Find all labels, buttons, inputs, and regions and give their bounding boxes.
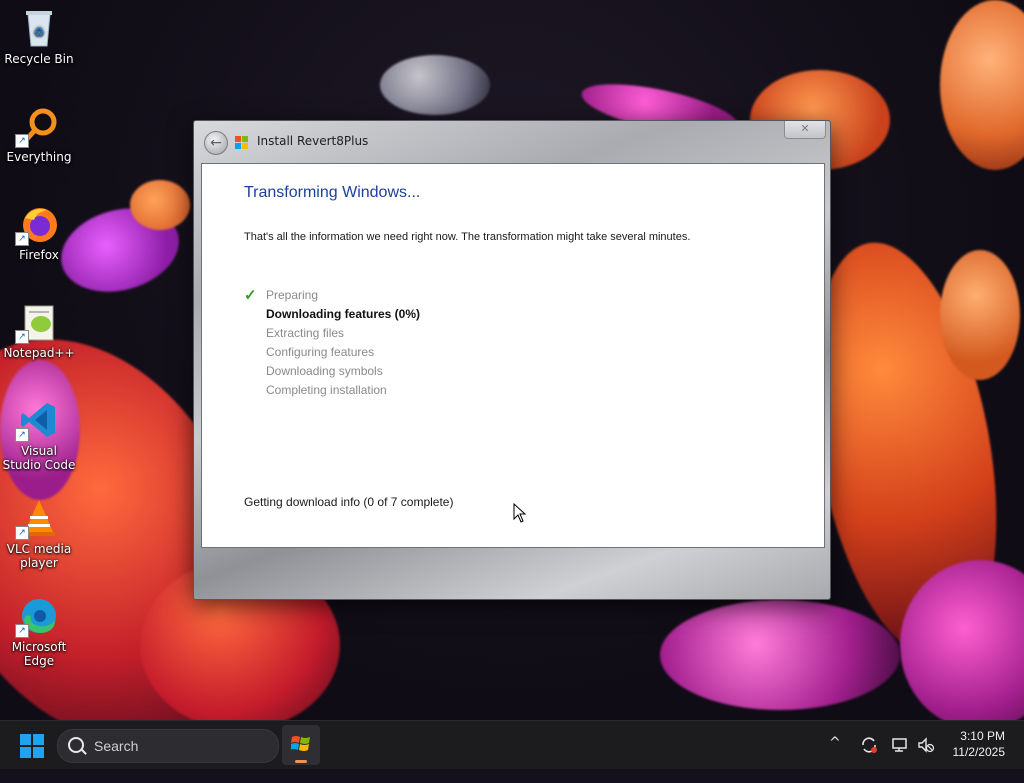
vscode-icon: ↗	[15, 400, 59, 442]
window-titlebar[interactable]: ← Install Revert8Plus ✕	[194, 121, 830, 161]
desktop-icon-label: VLC media player	[6, 542, 72, 570]
clock-date: 11/2/2025	[952, 745, 1006, 759]
shortcut-arrow-icon: ↗	[15, 330, 29, 344]
checkmark-icon: ✓	[244, 287, 257, 304]
taskbar: Search ^ 3:10 PM 11/2/2025	[0, 720, 1024, 769]
edge-icon: ↗	[15, 596, 59, 638]
installer-window: ← Install Revert8Plus ✕ Transforming Win…	[193, 120, 831, 600]
shortcut-arrow-icon: ↗	[15, 526, 29, 540]
windows-flag-icon	[235, 135, 249, 149]
everything-search-icon: ↗	[15, 106, 59, 148]
desktop-icon-label: Microsoft Edge	[11, 640, 67, 668]
back-button[interactable]: ←	[204, 131, 228, 155]
desktop-icon-everything[interactable]: ↗ Everything	[2, 106, 76, 164]
shortcut-arrow-icon: ↗	[15, 428, 29, 442]
shortcut-arrow-icon: ↗	[15, 134, 29, 148]
notepad-plus-plus-icon: ↗	[15, 302, 59, 344]
back-arrow-icon: ←	[210, 135, 222, 151]
step-label: Configuring features	[266, 345, 375, 359]
desktop-icon-firefox[interactable]: ↗ Firefox	[2, 204, 76, 262]
desktop-icon-notepad-plus-plus[interactable]: ↗ Notepad++	[2, 302, 76, 360]
page-title: Transforming Windows...	[244, 184, 421, 201]
step-label: Completing installation	[266, 383, 387, 397]
shortcut-arrow-icon: ↗	[15, 232, 29, 246]
search-icon	[68, 737, 84, 753]
search-placeholder: Search	[94, 738, 139, 754]
windows-logo-icon	[20, 734, 31, 745]
desktop-icon-vlc[interactable]: ↗ VLC media player	[2, 498, 76, 570]
desktop-icon-label: Visual Studio Code	[2, 444, 76, 472]
taskbar-clock[interactable]: 3:10 PM 11/2/2025	[953, 728, 1006, 760]
vlc-icon: ↗	[15, 498, 59, 540]
close-button[interactable]: ✕	[784, 121, 826, 139]
active-app-indicator	[295, 760, 307, 763]
step-completing-installation: Completing installation	[244, 381, 420, 400]
step-downloading-features: Downloading features (0%)	[244, 305, 420, 324]
network-icon[interactable]	[891, 736, 909, 754]
taskbar-search[interactable]: Search	[57, 729, 279, 763]
svg-text:♻: ♻	[34, 25, 45, 39]
update-sync-icon[interactable]	[860, 736, 878, 754]
volume-muted-icon[interactable]	[917, 736, 935, 754]
desktop-icon-vscode[interactable]: ↗ Visual Studio Code	[2, 400, 76, 472]
step-extracting-files: Extracting files	[244, 324, 420, 343]
step-configuring-features: Configuring features	[244, 343, 420, 362]
desktop-icon-label: Notepad++	[3, 346, 75, 360]
recycle-bin-icon: ♻	[19, 8, 59, 48]
window-title: Install Revert8Plus	[257, 134, 369, 148]
desktop-icon-label: Everything	[6, 150, 72, 164]
step-label: Extracting files	[266, 326, 345, 340]
progress-steps: ✓ Preparing Downloading features (0%) Ex…	[244, 286, 420, 400]
taskbar-app-installer[interactable]	[282, 725, 320, 765]
shortcut-arrow-icon: ↗	[15, 624, 29, 638]
status-text: Getting download info (0 of 7 complete)	[244, 495, 454, 509]
desktop-icon-label: Firefox	[19, 248, 59, 262]
step-label: Preparing	[266, 288, 319, 302]
step-downloading-symbols: Downloading symbols	[244, 362, 420, 381]
desktop-icon-edge[interactable]: ↗ Microsoft Edge	[2, 596, 76, 668]
clock-time: 3:10 PM	[960, 729, 1005, 743]
step-label: Downloading symbols	[266, 364, 383, 378]
firefox-icon: ↗	[15, 204, 59, 246]
step-preparing: ✓ Preparing	[244, 286, 420, 305]
start-button[interactable]	[20, 734, 44, 758]
desktop-icon-recycle-bin[interactable]: ♻ Recycle Bin	[2, 8, 76, 66]
step-label: Downloading features (0%)	[266, 307, 421, 321]
page-description: That's all the information we need right…	[244, 231, 691, 243]
tray-overflow-chevron-icon[interactable]: ^	[829, 735, 841, 783]
close-icon: ✕	[800, 122, 810, 135]
windows-flag-icon	[290, 734, 311, 754]
installer-content: Transforming Windows... That's all the i…	[201, 163, 825, 548]
desktop-icon-label: Recycle Bin	[4, 52, 74, 66]
